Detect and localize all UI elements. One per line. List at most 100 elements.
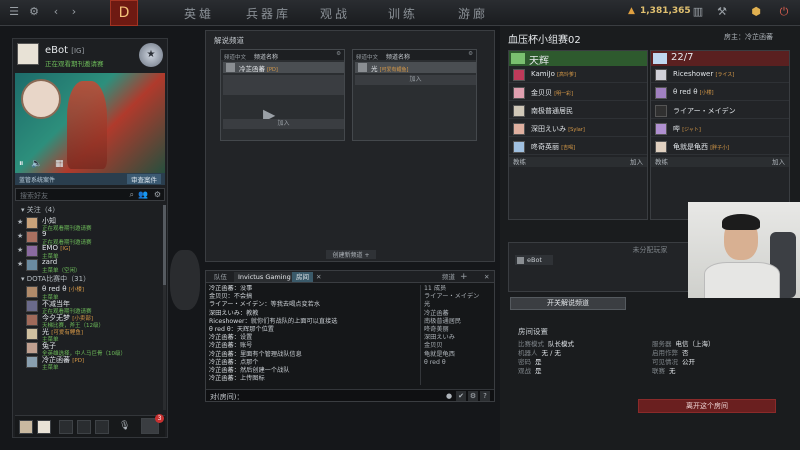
create-channel-button[interactable]: 创建新频道 + <box>326 250 376 259</box>
avatar[interactable] <box>17 43 39 65</box>
review-case-button[interactable]: 审查案件 <box>127 174 161 184</box>
emoji-icon[interactable]: ● <box>444 391 454 401</box>
tab-team[interactable]: 队伍 <box>210 272 231 282</box>
player-slot[interactable]: 金贝贝 [明一彩] <box>509 85 647 101</box>
join-channel-button[interactable]: 加入 <box>223 119 344 129</box>
party-slot-empty[interactable] <box>95 420 109 434</box>
list-item[interactable]: ★ EMO [IG] 主菜单 <box>15 244 161 260</box>
nav-watch[interactable]: 观战 <box>320 5 350 22</box>
player-slot[interactable]: θ red θ [小楼] <box>651 85 789 101</box>
power-icon[interactable]: ⏻ <box>776 4 792 20</box>
chevron-left-icon[interactable]: ‹ <box>48 4 64 20</box>
leave-lobby-button[interactable]: 离开这个房间 <box>638 399 776 413</box>
list-item[interactable]: 金贝贝 <box>421 342 492 350</box>
grid-icon[interactable]: ▦ <box>55 159 64 169</box>
list-item[interactable]: 不减当年 正在观看期刊邀请赛 <box>15 299 161 315</box>
tab-lobby[interactable]: 房间 <box>292 272 313 282</box>
list-item[interactable]: 南极普通居民 <box>421 318 492 326</box>
tab-guild[interactable]: Invictus Gaming <box>234 272 295 282</box>
mic-icon[interactable]: 🎙 <box>119 421 130 431</box>
pause-icon[interactable]: ⏸ <box>19 159 24 169</box>
avatar <box>26 259 38 271</box>
avatar <box>358 63 367 72</box>
send-icon[interactable]: ✔ <box>456 391 466 401</box>
list-item[interactable]: 今夕无梦 [小卖部] 天梯比赛，斧王（12级） <box>15 313 161 329</box>
join-coach-button[interactable]: 加入 <box>630 157 643 167</box>
notification-badge: 3 <box>155 414 164 423</box>
player-slot[interactable]: Riceshower [ライス] <box>651 67 789 83</box>
gold-counter: 1,381,365 <box>640 6 691 16</box>
list-item[interactable]: 龟就是龟西 <box>421 351 492 359</box>
channel-member-row[interactable]: 冷芷函蕃 [PD] <box>223 62 344 73</box>
list-icon[interactable]: ☰ <box>6 4 22 20</box>
chevron-right-icon[interactable]: › <box>66 4 82 20</box>
unassigned-player[interactable]: eBot <box>515 255 553 265</box>
list-item[interactable]: ★ zard 主菜单（空闲） <box>15 258 161 274</box>
list-item[interactable]: ★ 9 正在观看期刊邀请赛 <box>15 230 161 246</box>
friend-list-scrollbar[interactable] <box>163 205 166 410</box>
list-item[interactable]: 光 [可爱有鲤鱼] 主菜单 <box>15 327 161 343</box>
channel-member-row[interactable]: 光 [可爱有鲤鱼] <box>355 62 476 73</box>
radiant-emblem-icon <box>511 53 525 64</box>
party-member-avatar[interactable] <box>19 420 33 434</box>
toggle-caster-channels-button[interactable]: 开关解说频道 <box>510 297 626 310</box>
list-item[interactable]: 冷芷函蕃 <box>421 310 492 318</box>
close-icon[interactable]: ✕ <box>312 272 325 282</box>
list-item[interactable]: θ red θ <box>421 359 492 367</box>
friend-search-input[interactable]: 搜索好友 ⌕ 👥 ⚙ <box>15 188 165 201</box>
join-coach-button[interactable]: 加入 <box>772 157 785 167</box>
player-slot[interactable]: KamiJo [高玲爹] <box>509 67 647 83</box>
list-item[interactable]: 咚奇美丽 <box>421 326 492 334</box>
list-item[interactable]: 冷芷函蕃 [PD] 主菜单 <box>15 355 161 371</box>
player-slot[interactable]: 深田えいみ [Sylar] <box>509 121 647 137</box>
avatar <box>655 105 667 117</box>
player-slot[interactable]: ライアー・メイデン <box>651 103 789 119</box>
player-slot[interactable]: 哔 [ジャト] <box>651 121 789 137</box>
radiant-header: 天辉 <box>509 51 647 67</box>
nav-arcade[interactable]: 游廊 <box>458 5 488 22</box>
player-slot[interactable]: 龟就是龟西 [胖子小] <box>651 139 789 155</box>
list-item[interactable]: ライアー・メイデン <box>421 293 492 301</box>
player-slot[interactable]: 南极普通居民 <box>509 103 647 119</box>
list-item[interactable]: θ red θ [小楼] 主菜单 <box>15 285 161 301</box>
nav-armory[interactable]: 兵器库 <box>246 5 291 22</box>
rank-medal-icon[interactable]: ★ <box>139 43 163 67</box>
dota-logo-button[interactable]: D <box>110 0 138 26</box>
gear-icon[interactable]: ⚙ <box>468 51 473 57</box>
avatar <box>513 141 525 153</box>
coach-slot: 教练 加入 <box>651 157 789 167</box>
nav-learn[interactable]: 训练 <box>388 5 418 22</box>
tools-icon[interactable]: ⚒ <box>714 4 730 20</box>
profile-header[interactable]: eBot [IG] 正在观看期刊邀请赛 ★ <box>13 39 167 71</box>
gear-icon[interactable]: ⚙ <box>26 4 42 20</box>
list-item[interactable]: 光 <box>421 301 492 309</box>
group-header-favorites[interactable]: ▾ 关注（4） <box>15 205 161 216</box>
caster-channel-2: 频道中文 频道名称 ⚙ 光 [可爱有鲤鱼] 加入 <box>352 49 477 141</box>
avatar <box>26 245 38 257</box>
add-channel-icon[interactable]: + <box>456 272 472 282</box>
help-icon[interactable]: ? <box>480 391 490 401</box>
add-friend-icon[interactable]: 👥 <box>138 190 148 199</box>
player-slot[interactable]: 咚奇英丽 [吉喝] <box>509 139 647 155</box>
settings-icon[interactable]: ⚙ <box>154 190 161 199</box>
party-member-avatar[interactable] <box>37 420 51 434</box>
inventory-icon[interactable]: ▥ <box>690 4 706 20</box>
join-channel-button[interactable]: 加入 <box>355 75 476 85</box>
avatar <box>513 123 525 135</box>
volume-icon[interactable]: 🔈 <box>31 159 42 169</box>
close-chat-icon[interactable]: ✕ <box>480 272 493 282</box>
lobby-title: 血压杯小组赛02 <box>508 35 581 46</box>
member-count: 11 成员 <box>424 285 447 292</box>
profile-showcase[interactable]: ⏸ 🔈 ▦ <box>15 73 165 173</box>
party-slot-empty[interactable] <box>59 420 73 434</box>
nav-heroes[interactable]: 英雄 <box>184 5 214 22</box>
chat-input[interactable]: 对(房间)： ● ✔ ⚙ ? <box>206 389 494 401</box>
group-header-in-game[interactable]: ▾ DOTA比赛中（31） <box>15 274 161 285</box>
party-slot-empty[interactable] <box>77 420 91 434</box>
plus-badge-icon[interactable]: ⬢ <box>748 4 764 20</box>
list-item[interactable]: 兔子 全英雄选择，中人马巨骨（10级） <box>15 341 161 357</box>
gear-icon[interactable]: ⚙ <box>336 51 341 57</box>
search-icon[interactable]: ⌕ <box>130 190 134 200</box>
list-item[interactable]: ★ 小知 正在观看期刊邀请赛 <box>15 216 161 232</box>
settings-icon[interactable]: ⚙ <box>468 391 478 401</box>
